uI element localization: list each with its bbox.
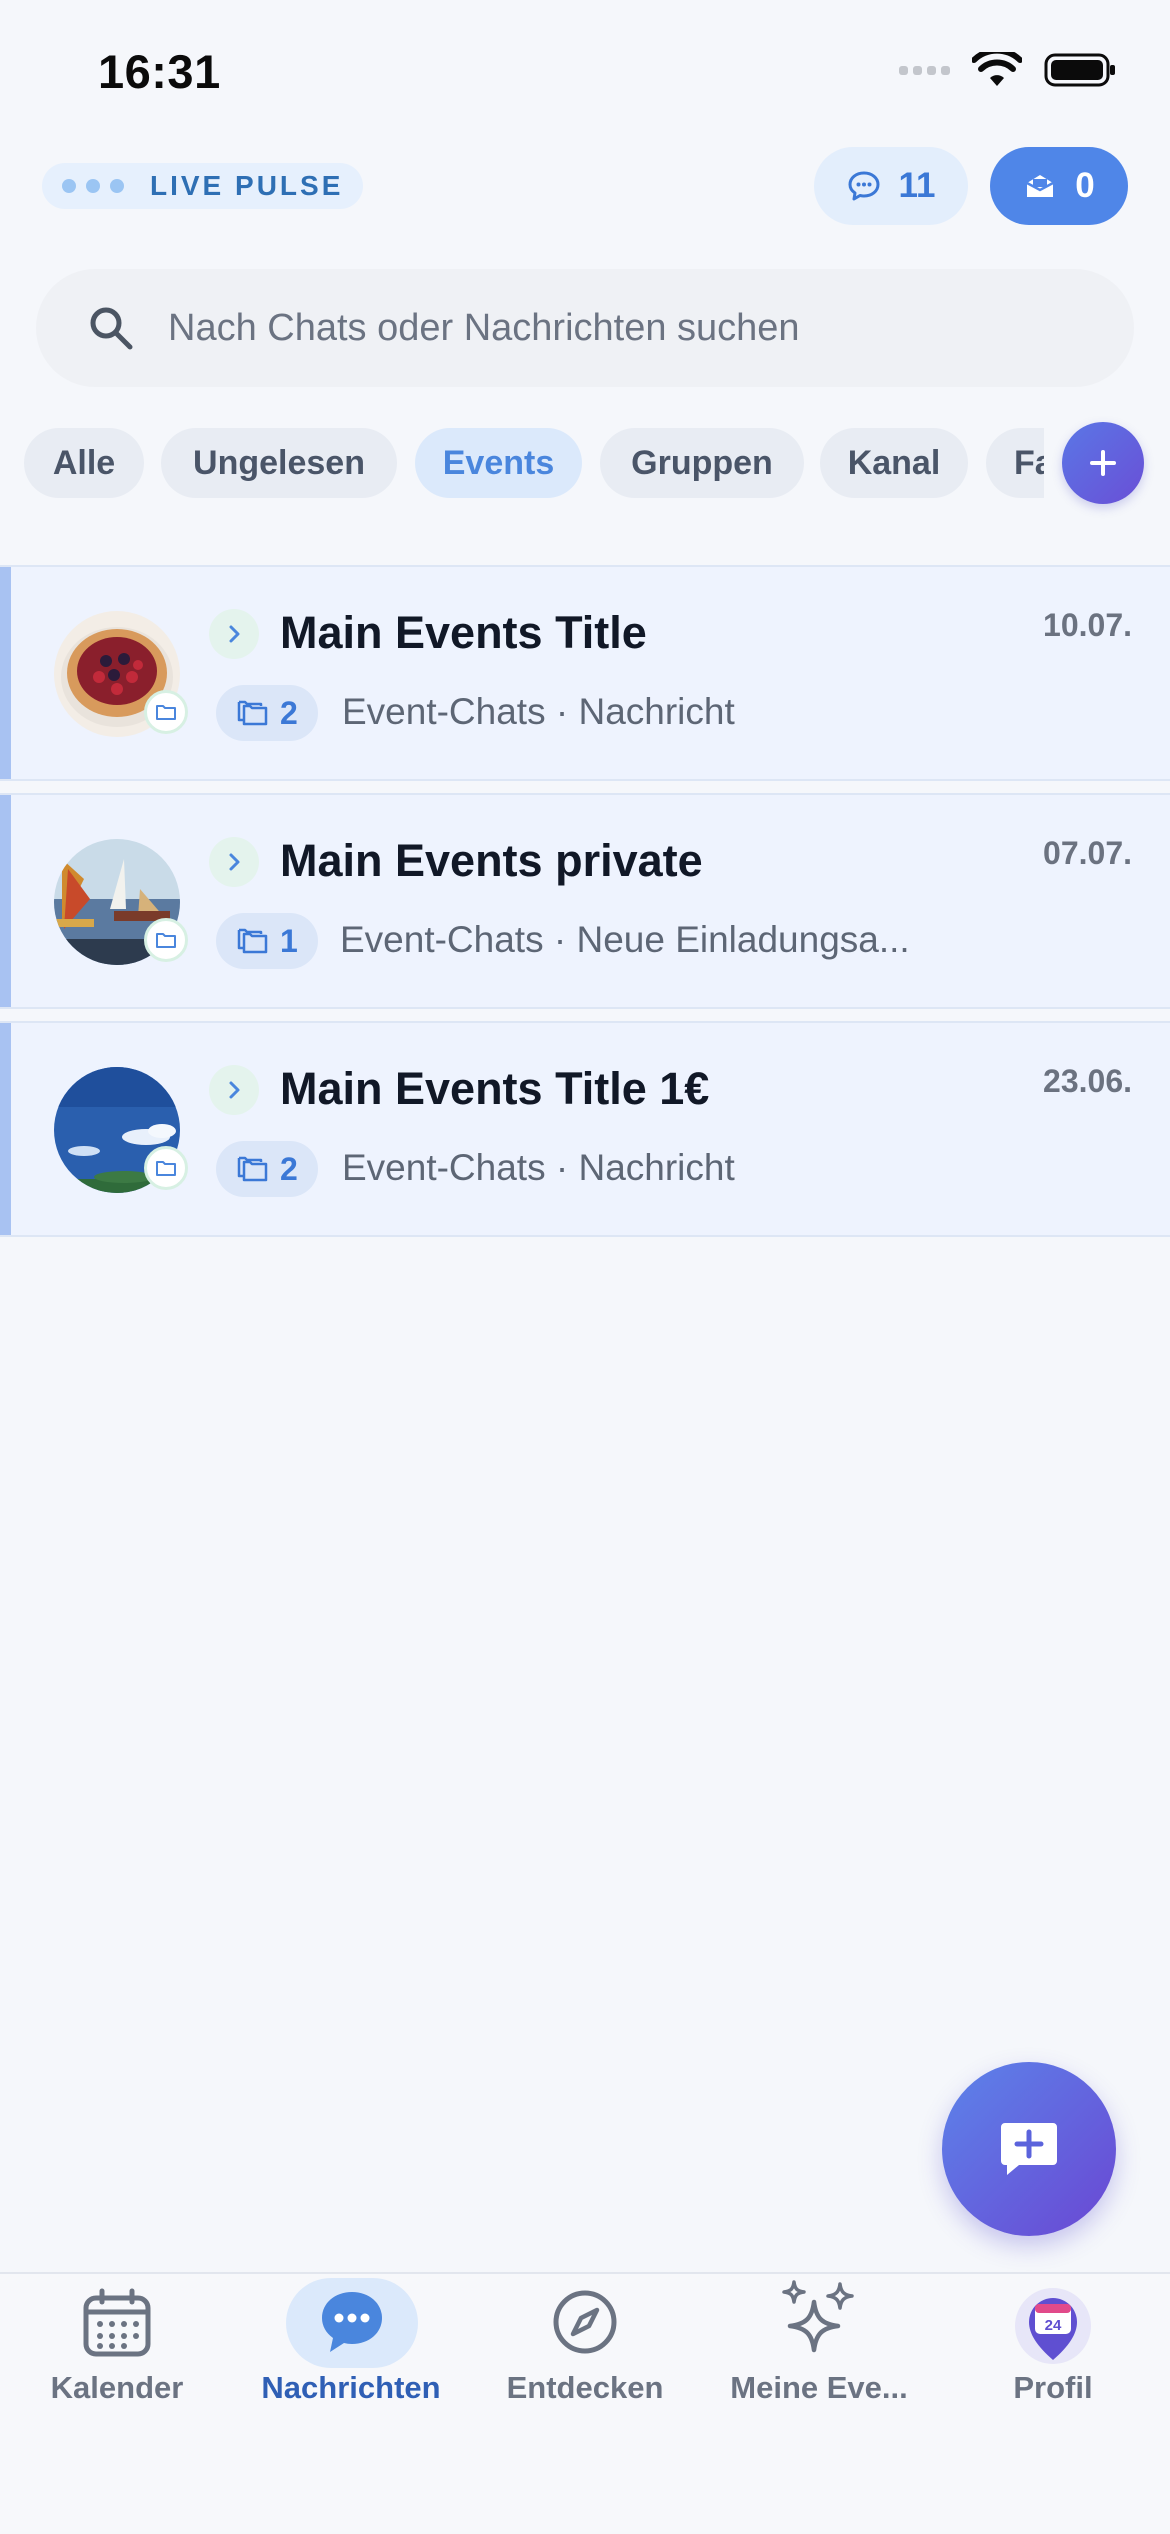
- chat-date: 23.06.: [1043, 1063, 1132, 1099]
- folder-badge-icon: [144, 918, 188, 962]
- status-time: 16:31: [98, 45, 221, 98]
- cellular-signal-icon: [899, 65, 950, 75]
- folders-icon: [237, 928, 268, 954]
- new-chat-button[interactable]: [942, 2062, 1116, 2236]
- chat-preview: Event-Chats · Nachricht: [342, 691, 735, 732]
- tab-label: Entdecken: [506, 2370, 664, 2405]
- chevron-right-icon: [229, 1081, 240, 1099]
- chat-row[interactable]: Main Events private 07.07. 1 Event-Chats…: [0, 793, 1170, 1009]
- expand-chevron-button[interactable]: [209, 609, 259, 659]
- filter-chip-events[interactable]: Events: [415, 428, 582, 498]
- add-filter-button[interactable]: [1062, 422, 1144, 504]
- inbox-count-value: 0: [1075, 166, 1095, 205]
- folder-badge-icon: [144, 1146, 188, 1190]
- filter-chips: Alle Ungelesen Events Gruppen Kanal Fa: [24, 428, 1044, 498]
- chat-date: 10.07.: [1043, 607, 1132, 643]
- battery-icon: [1044, 53, 1115, 87]
- tab-meine-events[interactable]: Meine Eve...: [702, 2274, 936, 2474]
- filter-chip-gruppen[interactable]: Gruppen: [600, 428, 804, 498]
- tab-label: Profil: [1013, 2370, 1093, 2405]
- folders-icon: [237, 700, 268, 726]
- inbox-count-button[interactable]: 0: [990, 147, 1128, 225]
- sub-chat-count-badge: 2: [216, 685, 318, 741]
- chat-title: Main Events private: [280, 835, 703, 886]
- chat-count-value: 11: [898, 166, 936, 205]
- chat-row[interactable]: Main Events Title 1€ 23.06. 2 Event-Chat…: [0, 1021, 1170, 1237]
- search-icon: [90, 307, 133, 350]
- sub-chat-count: 2: [280, 694, 298, 731]
- chat-bubble-icon: [848, 171, 879, 201]
- sub-chat-count-badge: 1: [216, 913, 318, 969]
- filter-chip-fa[interactable]: Fa: [986, 428, 1044, 498]
- tab-profil[interactable]: 24 Profil: [936, 2274, 1170, 2474]
- chevron-right-icon: [229, 853, 240, 871]
- wifi-icon: [972, 52, 1022, 86]
- tab-entdecken[interactable]: Entdecken: [468, 2274, 702, 2474]
- chat-row[interactable]: Main Events Title 10.07. 2 Event-Chats ·…: [0, 565, 1170, 781]
- search-input[interactable]: [166, 305, 1070, 351]
- folder-badge-icon: [144, 690, 188, 734]
- sub-chat-count-badge: 2: [216, 1141, 318, 1197]
- status-icons: [899, 52, 1116, 88]
- chat-bubble-icon: [322, 2292, 382, 2352]
- filter-chip-kanal[interactable]: Kanal: [820, 428, 968, 498]
- row-accent-bar: [0, 1023, 11, 1235]
- chat-preview: Event-Chats · Neue Einladungsa...: [340, 919, 910, 960]
- tab-label: Kalender: [50, 2370, 184, 2405]
- folders-icon: [237, 1156, 268, 1182]
- chat-preview: Event-Chats · Nachricht: [342, 1147, 735, 1188]
- calendar-icon: [83, 2288, 151, 2357]
- tab-kalender[interactable]: Kalender: [0, 2274, 234, 2474]
- compass-icon: [553, 2290, 617, 2354]
- tab-nachrichten[interactable]: Nachrichten: [234, 2274, 468, 2474]
- plus-icon: [1090, 450, 1116, 476]
- chat-date: 07.07.: [1043, 835, 1132, 871]
- profile-calendar-icon: 24: [1015, 2288, 1091, 2364]
- row-accent-bar: [0, 795, 11, 1007]
- chevron-right-icon: [229, 625, 240, 643]
- filter-chip-ungelesen[interactable]: Ungelesen: [161, 428, 397, 498]
- search-bar[interactable]: [36, 269, 1134, 387]
- sparkles-icon: [782, 2280, 854, 2353]
- sub-chat-count: 2: [280, 1150, 298, 1187]
- chat-count-button[interactable]: 11: [814, 147, 968, 225]
- tab-label: Nachrichten: [261, 2370, 441, 2405]
- pulse-dots-icon: [62, 179, 124, 193]
- filter-chip-alle[interactable]: Alle: [24, 428, 144, 498]
- sub-chat-count: 1: [280, 922, 298, 959]
- profile-badge-number: 24: [1045, 2317, 1062, 2334]
- chat-title: Main Events Title 1€: [280, 1063, 710, 1114]
- chat-title: Main Events Title: [280, 607, 647, 658]
- new-message-icon: [1001, 2123, 1057, 2175]
- bottom-tab-bar: Kalender Nachrichten Entdecken Meine Eve…: [0, 2272, 1170, 2534]
- row-accent-bar: [0, 567, 11, 779]
- inbox-icon: [1026, 175, 1054, 197]
- tab-label: Meine Eve...: [730, 2370, 908, 2405]
- live-pulse-indicator: LIVE PULSE: [42, 163, 364, 209]
- expand-chevron-button[interactable]: [209, 837, 259, 887]
- expand-chevron-button[interactable]: [209, 1065, 259, 1115]
- live-pulse-label: LIVE PULSE: [150, 170, 344, 201]
